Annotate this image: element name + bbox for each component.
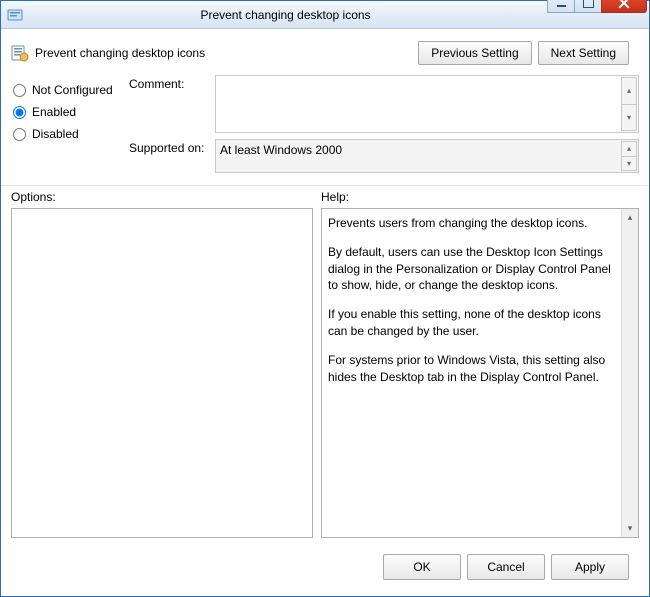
scroll-up-icon[interactable]: ▴ (622, 209, 638, 226)
supported-spinner: ▴ ▾ (621, 141, 637, 171)
comment-label: Comment: (129, 75, 215, 133)
options-panel (11, 208, 313, 538)
supported-field: At least Windows 2000 ▴ ▾ (215, 139, 639, 173)
policy-title: Prevent changing desktop icons (35, 46, 205, 60)
spinner-up[interactable]: ▴ (621, 77, 637, 104)
policy-header: Prevent changing desktop icons Previous … (11, 41, 639, 65)
app-icon (7, 7, 23, 23)
radio-disabled-label: Disabled (32, 127, 79, 141)
help-p3: If you enable this setting, none of the … (328, 306, 618, 340)
minimize-button[interactable] (547, 0, 575, 13)
comment-field[interactable]: ▴ ▾ (215, 75, 639, 133)
cancel-button[interactable]: Cancel (467, 554, 545, 580)
radio-not-configured[interactable]: Not Configured (11, 83, 129, 97)
scroll-down-icon[interactable]: ▾ (622, 520, 638, 537)
dialog-footer: OK Cancel Apply (11, 544, 639, 590)
next-setting-button[interactable]: Next Setting (538, 41, 629, 65)
policy-icon (11, 44, 29, 62)
comment-spinner: ▴ ▾ (621, 77, 637, 131)
help-p1: Prevents users from changing the desktop… (328, 215, 618, 232)
close-button[interactable] (601, 0, 647, 13)
maximize-button[interactable] (574, 0, 602, 13)
state-radio-group: Not Configured Enabled Disabled (11, 75, 129, 179)
spinner-down[interactable]: ▾ (621, 156, 637, 172)
radio-not-configured-label: Not Configured (32, 83, 113, 97)
ok-button[interactable]: OK (383, 554, 461, 580)
options-label: Options: (11, 190, 321, 204)
supported-label: Supported on: (129, 139, 215, 173)
window-controls (548, 0, 647, 13)
policy-editor-window: Prevent changing desktop icons Prevent c… (0, 0, 650, 597)
radio-disabled[interactable]: Disabled (11, 127, 129, 141)
help-scrollbar[interactable]: ▴ ▾ (621, 209, 638, 537)
titlebar[interactable]: Prevent changing desktop icons (1, 1, 649, 29)
content-area: Prevent changing desktop icons Previous … (1, 29, 649, 596)
apply-button[interactable]: Apply (551, 554, 629, 580)
radio-not-configured-input[interactable] (13, 84, 26, 97)
supported-value: At least Windows 2000 (220, 143, 342, 157)
spinner-down[interactable]: ▾ (621, 104, 637, 132)
radio-disabled-input[interactable] (13, 128, 26, 141)
help-p4: For systems prior to Windows Vista, this… (328, 352, 618, 386)
help-p2: By default, users can use the Desktop Ic… (328, 244, 618, 294)
window-title: Prevent changing desktop icons (23, 8, 548, 22)
radio-enabled-input[interactable] (13, 106, 26, 119)
help-panel: Prevents users from changing the desktop… (321, 208, 639, 538)
spinner-up[interactable]: ▴ (621, 141, 637, 156)
previous-setting-button[interactable]: Previous Setting (418, 41, 531, 65)
radio-enabled[interactable]: Enabled (11, 105, 129, 119)
divider (1, 185, 649, 186)
help-label: Help: (321, 190, 349, 204)
radio-enabled-label: Enabled (32, 105, 76, 119)
